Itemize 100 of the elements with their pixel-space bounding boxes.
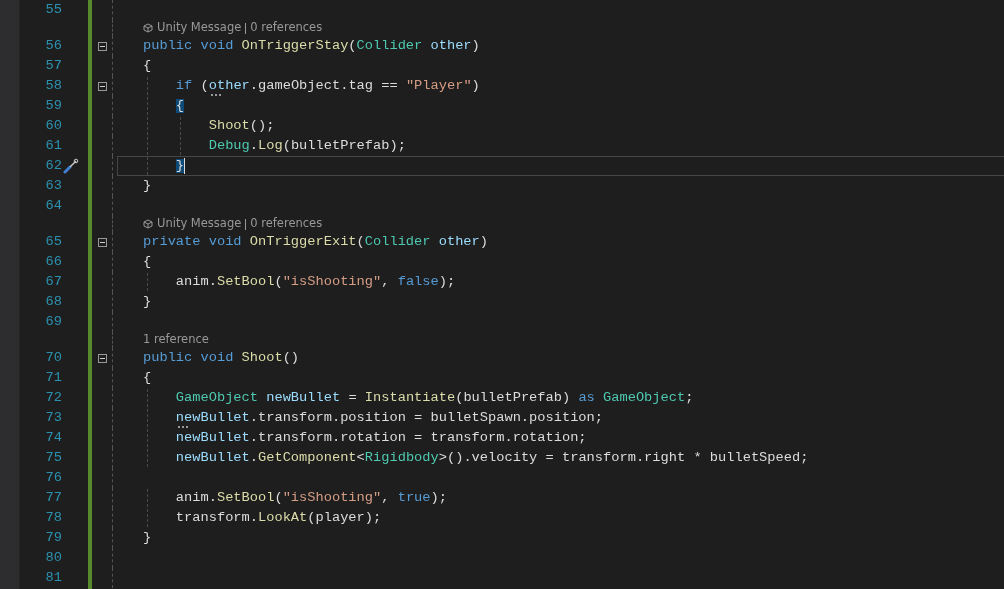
code-token: true bbox=[397, 491, 431, 505]
line-number: 81 bbox=[44, 568, 62, 587]
line-number: 68 bbox=[44, 292, 62, 311]
code-token: (player); bbox=[307, 511, 382, 525]
code-token: Rigidbody bbox=[364, 451, 439, 465]
code-token: transform. bbox=[175, 511, 258, 525]
code-token: newBullet bbox=[175, 411, 250, 425]
code-token: ) bbox=[471, 79, 480, 93]
code-token: OnTriggerStay bbox=[241, 39, 349, 53]
code-token: Shoot bbox=[241, 351, 283, 365]
code-token: .transform.rotation = transform.rotation; bbox=[249, 431, 587, 445]
code-token: as bbox=[578, 391, 596, 405]
line-number: 77 bbox=[44, 488, 62, 507]
collapse-toggle[interactable] bbox=[97, 81, 107, 91]
code-token: } bbox=[175, 159, 185, 173]
codelens-link[interactable]: 0 references bbox=[250, 19, 323, 37]
code-token: { bbox=[175, 99, 185, 113]
code-token: Shoot bbox=[208, 119, 250, 133]
code-token: Collider bbox=[356, 39, 423, 53]
line-number: 79 bbox=[44, 528, 62, 547]
line-number: 74 bbox=[44, 428, 62, 447]
code-token: ); bbox=[438, 275, 456, 289]
line-number: 63 bbox=[44, 176, 62, 195]
codelens-link[interactable]: Unity Message bbox=[157, 19, 242, 37]
code-token: ) bbox=[471, 39, 480, 53]
code-token: < bbox=[356, 451, 365, 465]
code-token: . bbox=[249, 451, 258, 465]
code-token: { bbox=[143, 59, 152, 73]
code-token: anim. bbox=[175, 275, 217, 289]
code-token: GameObject bbox=[603, 391, 686, 405]
code-token: other bbox=[208, 79, 250, 93]
code-token: () bbox=[282, 351, 300, 365]
line-number: 80 bbox=[44, 548, 62, 567]
text-caret bbox=[184, 158, 186, 174]
code-token: public void bbox=[143, 351, 235, 365]
code-token: newBullet bbox=[175, 431, 250, 445]
line-number: 78 bbox=[44, 508, 62, 527]
codelens-link[interactable]: Unity Message bbox=[157, 215, 242, 233]
cube-icon bbox=[143, 219, 153, 229]
code-token: GameObject bbox=[175, 391, 258, 405]
cube-icon bbox=[143, 23, 153, 33]
line-number: 72 bbox=[44, 388, 62, 407]
line-number: 57 bbox=[44, 56, 62, 75]
code-token: .transform.position = bulletSpawn.position; bbox=[249, 411, 603, 425]
line-number: 65 bbox=[44, 232, 62, 251]
line-number: 71 bbox=[44, 368, 62, 387]
line-number: 64 bbox=[44, 196, 62, 215]
line-number: 75 bbox=[44, 448, 62, 467]
code-token: (bulletPrefab); bbox=[282, 139, 406, 153]
code-token: { bbox=[143, 255, 152, 269]
code-token: ; bbox=[685, 391, 694, 405]
code-token: . bbox=[249, 139, 258, 153]
collapse-toggle[interactable] bbox=[97, 41, 107, 51]
code-token: = bbox=[348, 391, 358, 405]
codelens-link[interactable]: 0 references bbox=[250, 215, 323, 233]
code-token: false bbox=[397, 275, 439, 289]
line-number: 66 bbox=[44, 252, 62, 271]
code-token: Log bbox=[258, 139, 283, 153]
code-token: } bbox=[143, 179, 152, 193]
code-token: ( bbox=[348, 39, 357, 53]
code-token: , bbox=[381, 275, 391, 289]
code-token: newBullet bbox=[175, 451, 250, 465]
code-token: "isShooting" bbox=[282, 491, 382, 505]
code-token: OnTriggerExit bbox=[249, 235, 357, 249]
screwdriver-icon[interactable] bbox=[63, 158, 79, 174]
collapse-toggle[interactable] bbox=[97, 353, 107, 363]
code-token: Debug bbox=[208, 139, 250, 153]
code-token: other bbox=[430, 39, 472, 53]
code-token: newBullet bbox=[266, 391, 341, 405]
line-number: 56 bbox=[44, 36, 62, 55]
code-token: } bbox=[143, 531, 152, 545]
code-token: ); bbox=[430, 491, 447, 505]
code-token: "Player" bbox=[405, 79, 472, 93]
code-token: "isShooting" bbox=[282, 275, 382, 289]
line-number: 70 bbox=[44, 348, 62, 367]
code-token: (bulletPrefab) bbox=[455, 391, 572, 405]
code-token: Collider bbox=[364, 235, 431, 249]
code-token: Instantiate bbox=[364, 391, 456, 405]
code-token: GetComponent bbox=[258, 451, 357, 465]
code-token: .gameObject.tag == bbox=[249, 79, 399, 93]
line-number: 76 bbox=[44, 468, 62, 487]
code-token: ) bbox=[479, 235, 488, 249]
code-token: ( bbox=[274, 275, 283, 289]
code-token: SetBool bbox=[216, 491, 275, 505]
line-number: 69 bbox=[44, 312, 62, 331]
code-token: ( bbox=[200, 79, 209, 93]
code-token: private void bbox=[143, 235, 243, 249]
code-token: LookAt bbox=[258, 511, 308, 525]
line-number: 55 bbox=[44, 0, 62, 19]
line-number: 60 bbox=[44, 116, 62, 135]
code-token: SetBool bbox=[216, 275, 275, 289]
line-number: 67 bbox=[44, 272, 62, 291]
line-number: 73 bbox=[44, 408, 62, 427]
code-token: public void bbox=[143, 39, 235, 53]
line-number: 58 bbox=[44, 76, 62, 95]
collapse-toggle[interactable] bbox=[97, 237, 107, 247]
code-token: (); bbox=[249, 119, 275, 133]
codelens-link[interactable]: 1 reference bbox=[143, 331, 209, 349]
line-number: 62 bbox=[44, 156, 62, 175]
line-number: 59 bbox=[44, 96, 62, 115]
